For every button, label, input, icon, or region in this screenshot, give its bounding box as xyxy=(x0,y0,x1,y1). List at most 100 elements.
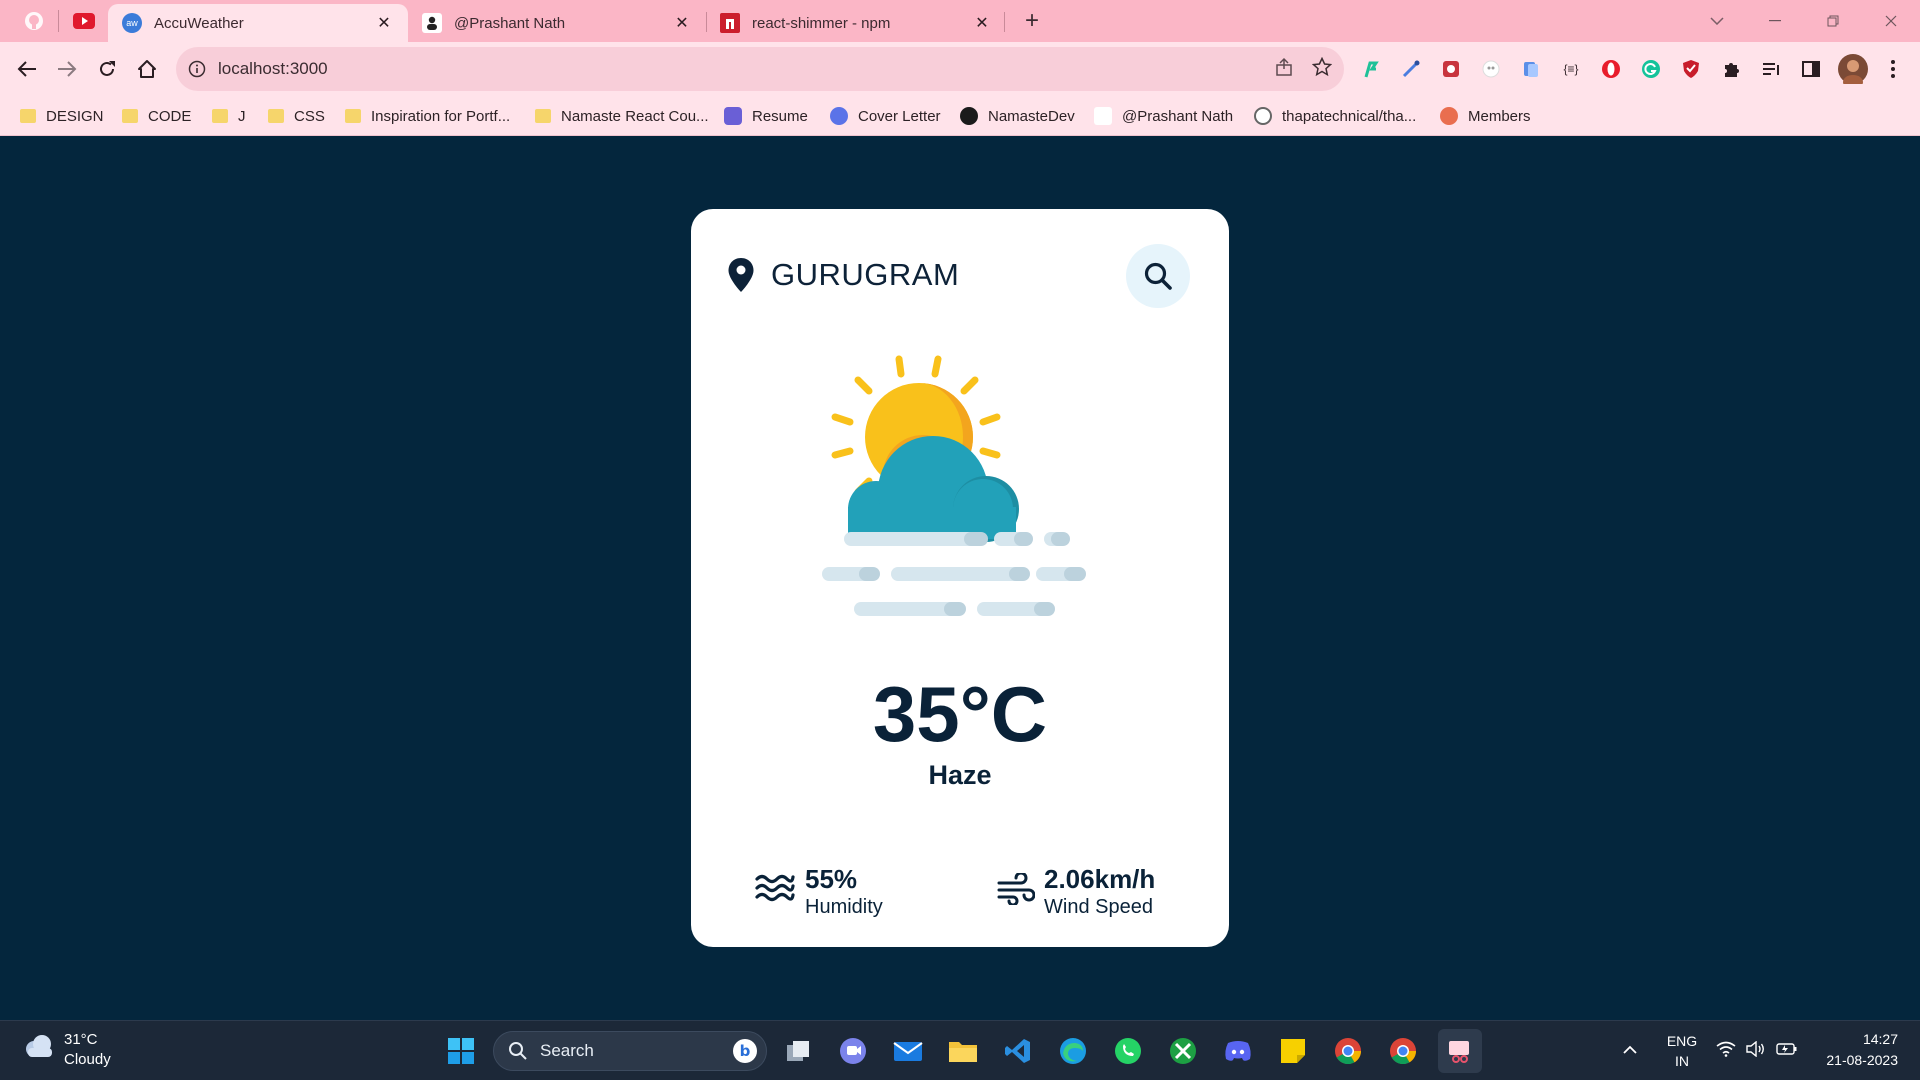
url-text[interactable]: localhost:3000 xyxy=(218,59,328,79)
bookmark-label: Namaste React Cou... xyxy=(561,107,709,125)
opera-icon[interactable] xyxy=(1598,56,1624,82)
bookmark-star-icon[interactable] xyxy=(1312,57,1332,77)
pinned-tab-github[interactable] xyxy=(12,6,56,36)
forward-button[interactable] xyxy=(51,53,83,85)
close-tab-icon[interactable]: ✕ xyxy=(374,13,394,33)
close-tab-icon[interactable]: ✕ xyxy=(672,13,692,33)
side-panel-icon[interactable] xyxy=(1798,56,1824,82)
home-icon xyxy=(138,60,156,78)
cloudy-weather-icon[interactable] xyxy=(22,1033,56,1059)
taskbar-weather-condition[interactable]: Cloudy xyxy=(64,1051,111,1068)
bookmark-cover-letter[interactable]: Cover Letter xyxy=(830,104,941,128)
chrome-icon[interactable] xyxy=(1330,1033,1366,1069)
forward-arrow-icon xyxy=(58,61,77,77)
shield-extension-icon[interactable] xyxy=(1678,56,1704,82)
bing-icon[interactable]: b xyxy=(732,1038,758,1064)
close-tab-icon[interactable]: ✕ xyxy=(972,13,992,33)
clock-date[interactable]: 21-08-2023 xyxy=(1808,1052,1898,1068)
weather-condition: Haze xyxy=(928,760,992,790)
reload-button[interactable] xyxy=(91,53,123,85)
task-view-icon[interactable] xyxy=(780,1033,816,1069)
bookmark-code[interactable]: CODE xyxy=(122,104,191,128)
vscode-icon[interactable] xyxy=(1000,1033,1036,1069)
bookmark-inspiration[interactable]: Inspiration for Portf... xyxy=(345,104,510,128)
xbox-icon[interactable] xyxy=(1165,1033,1201,1069)
color-picker-icon[interactable] xyxy=(1398,56,1424,82)
address-bar[interactable]: localhost:3000 xyxy=(176,47,1344,91)
bookmark-prashant-nath[interactable]: @Prashant Nath xyxy=(1094,104,1233,128)
extension-icon[interactable] xyxy=(1358,56,1384,82)
wifi-icon[interactable] xyxy=(1716,1041,1736,1057)
minimize-button[interactable] xyxy=(1752,6,1798,36)
bookmark-j[interactable]: J xyxy=(212,104,246,128)
language-line2[interactable]: IN xyxy=(1664,1053,1700,1069)
battery-charging-icon[interactable] xyxy=(1776,1041,1798,1057)
taskbar-weather-temp[interactable]: 31°C xyxy=(64,1031,98,1048)
search-icon xyxy=(1144,262,1172,290)
tab-react-shimmer[interactable]: react-shimmer - npm ✕ xyxy=(706,4,1006,42)
clock-time[interactable]: 14:27 xyxy=(1808,1031,1898,1047)
humidity-waves-icon xyxy=(755,874,795,902)
taskbar-search[interactable]: Search b xyxy=(493,1031,767,1071)
snipping-tool-icon[interactable] xyxy=(1438,1029,1482,1073)
github-icon xyxy=(1254,107,1272,125)
resume-icon xyxy=(724,107,742,125)
bookmark-namastedev[interactable]: NamasteDev xyxy=(960,104,1075,128)
accuweather-icon: aw xyxy=(122,13,142,33)
youtube-icon xyxy=(73,13,95,29)
location-pin-icon xyxy=(728,258,754,292)
bookmark-design[interactable]: DESIGN xyxy=(20,104,104,128)
site-info-icon[interactable] xyxy=(188,60,206,78)
folder-icon xyxy=(345,109,361,123)
extension-icon[interactable] xyxy=(1518,56,1544,82)
windows-taskbar: 31°C Cloudy Search b ENG IN 14:27 21-08-… xyxy=(0,1020,1920,1080)
folder-icon xyxy=(20,109,36,123)
mail-icon[interactable] xyxy=(890,1033,926,1069)
bookmark-members[interactable]: Members xyxy=(1440,104,1531,128)
bookmark-css[interactable]: CSS xyxy=(268,104,325,128)
bookmark-label: Members xyxy=(1468,107,1531,125)
pinned-tab-youtube[interactable] xyxy=(62,6,106,36)
close-window-button[interactable] xyxy=(1868,6,1914,36)
tab-accuweather[interactable]: aw AccuWeather ✕ xyxy=(108,4,408,42)
bookmark-resume[interactable]: Resume xyxy=(724,104,808,128)
bookmark-namaste-react[interactable]: Namaste React Cou... xyxy=(535,104,709,128)
tab-prashant-nath[interactable]: @Prashant Nath ✕ xyxy=(408,4,706,42)
discord-icon[interactable] xyxy=(1220,1033,1256,1069)
home-button[interactable] xyxy=(131,53,163,85)
share-icon[interactable] xyxy=(1274,57,1294,77)
restore-button[interactable] xyxy=(1810,6,1856,36)
sticky-notes-icon[interactable] xyxy=(1275,1033,1311,1069)
extensions-puzzle-icon[interactable] xyxy=(1718,56,1744,82)
more-menu-icon[interactable] xyxy=(1880,56,1906,82)
grammarly-icon[interactable] xyxy=(1638,56,1664,82)
members-icon xyxy=(1440,107,1458,125)
extension-icon[interactable] xyxy=(1438,56,1464,82)
extension-icon[interactable] xyxy=(1478,56,1504,82)
new-tab-button[interactable]: + xyxy=(1018,8,1046,36)
bookmark-thapatechnical[interactable]: thapatechnical/tha... xyxy=(1254,104,1416,128)
profile-avatar[interactable] xyxy=(1838,54,1868,84)
bookmarks-bar: DESIGN CODE J CSS Inspiration for Portf.… xyxy=(0,96,1920,136)
sun-cloud-haze-icon xyxy=(822,355,1086,616)
tab-search-chevron-icon[interactable] xyxy=(1694,6,1740,36)
back-button[interactable] xyxy=(11,53,43,85)
npm-icon xyxy=(720,13,740,33)
volume-icon[interactable] xyxy=(1746,1041,1766,1057)
start-button[interactable] xyxy=(443,1033,479,1069)
weather-card: GURUGRAM 35°C Haze 55% Humidity 2.06km/h… xyxy=(691,209,1229,947)
language-line1[interactable]: ENG xyxy=(1664,1033,1700,1049)
reading-list-icon[interactable] xyxy=(1758,56,1784,82)
whatsapp-icon[interactable] xyxy=(1110,1033,1146,1069)
show-hidden-icons-chevron-icon[interactable] xyxy=(1622,1045,1638,1055)
json-viewer-icon[interactable]: {≡} xyxy=(1558,56,1584,82)
edge-icon[interactable] xyxy=(1055,1033,1091,1069)
teams-chat-icon[interactable] xyxy=(835,1033,871,1069)
tab-strip: aw AccuWeather ✕ @Prashant Nath ✕ react-… xyxy=(0,0,1920,42)
tab-separator xyxy=(58,10,59,32)
user-avatar-icon xyxy=(1094,107,1112,125)
chrome-profile-icon[interactable] xyxy=(1385,1033,1421,1069)
file-explorer-icon[interactable] xyxy=(945,1033,981,1069)
search-button[interactable] xyxy=(1126,244,1190,308)
svg-text:b: b xyxy=(740,1042,751,1060)
